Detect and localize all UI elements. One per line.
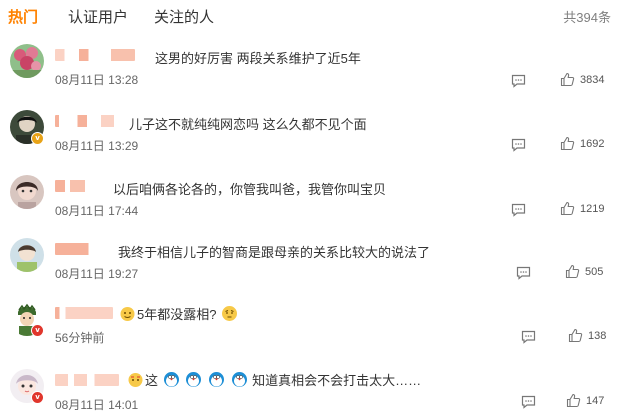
tab-following[interactable]: 关注的人 xyxy=(154,6,214,27)
verified-badge-icon: v xyxy=(31,391,44,404)
reply-icon[interactable] xyxy=(511,203,526,217)
doraemon-emoji-icon xyxy=(163,371,180,388)
tab-hot[interactable]: 热门 xyxy=(8,6,38,27)
reply-icon[interactable] xyxy=(516,266,531,280)
thinking-emoji-icon xyxy=(221,305,238,322)
avatar[interactable] xyxy=(10,175,44,209)
comment-text: 这 知道真相会不会打击太大…… xyxy=(126,370,421,389)
like-count: 1219 xyxy=(580,203,605,215)
total-count: 共394条 xyxy=(563,10,611,25)
reply-icon[interactable] xyxy=(511,138,526,152)
badge-emoji-icon xyxy=(127,371,144,388)
comment-time: 08月11日 14:01 xyxy=(55,398,139,412)
verified-badge-icon: v xyxy=(31,132,44,145)
comment-item: v 这 知道真相会不会打击太大…… 08月11日 14:01 147 xyxy=(0,369,625,419)
reply-icon[interactable] xyxy=(521,395,536,409)
comment-item: 我终于相信儿子的智商是跟母亲的关系比较大的说法了 08月11日 19:27 50… xyxy=(0,238,625,304)
like-icon[interactable] xyxy=(560,136,575,151)
comment-item: 这男的好厉害 两段关系维护了近5年 08月11日 13:28 3834 xyxy=(0,44,625,110)
username-blurred[interactable] xyxy=(55,49,135,61)
comment-time: 08月11日 13:29 xyxy=(55,139,139,153)
like-icon[interactable] xyxy=(560,72,575,87)
comment-text: 我终于相信儿子的智商是跟母亲的关系比较大的说法了 xyxy=(118,245,431,260)
like-count: 505 xyxy=(585,266,604,278)
comment-text: 儿子这不就纯纯网恋吗 这么久都不见个面 xyxy=(129,117,367,132)
reply-icon[interactable] xyxy=(521,330,536,344)
username-blurred[interactable] xyxy=(55,243,111,255)
like-icon[interactable] xyxy=(565,264,580,279)
comment-tabs: 热门 认证用户 关注的人 共394条 xyxy=(0,0,625,34)
like-icon[interactable] xyxy=(568,328,583,343)
like-count: 1692 xyxy=(580,138,605,150)
like-count: 147 xyxy=(586,395,605,407)
comment-item: v 儿子这不就纯纯网恋吗 这么久都不见个面 08月11日 13:29 1692 xyxy=(0,110,625,176)
username-blurred[interactable] xyxy=(55,115,125,127)
comment-item: v 5年都没露相? 56分钟前 138 xyxy=(0,302,625,368)
like-icon[interactable] xyxy=(560,201,575,216)
username-blurred[interactable] xyxy=(55,307,113,319)
like-count: 138 xyxy=(588,330,607,342)
tab-verified-users[interactable]: 认证用户 xyxy=(68,6,128,27)
avatar[interactable] xyxy=(10,238,44,272)
like-icon[interactable] xyxy=(566,393,581,408)
badge-emoji-icon xyxy=(119,305,136,322)
verified-badge-icon: v xyxy=(31,324,44,337)
comment-text: 这男的好厉害 两段关系维护了近5年 xyxy=(155,51,361,66)
doraemon-emoji-icon xyxy=(185,371,202,388)
username-blurred[interactable] xyxy=(55,374,119,386)
comment-time: 08月11日 19:27 xyxy=(55,267,139,281)
like-count: 3834 xyxy=(580,74,605,86)
comment-text: 以后咱俩各论各的，你管我叫爸，我管你叫宝贝 xyxy=(113,182,387,197)
comment-item: 以后咱俩各论各的，你管我叫爸，我管你叫宝贝 08月11日 17:44 1219 xyxy=(0,175,625,241)
comment-text: 5年都没露相? xyxy=(118,304,239,323)
comment-time: 08月11日 17:44 xyxy=(55,204,139,218)
reply-icon[interactable] xyxy=(511,74,526,88)
comment-time: 08月11日 13:28 xyxy=(55,73,139,87)
comment-time: 56分钟前 xyxy=(55,331,105,345)
username-blurred[interactable] xyxy=(55,180,105,192)
doraemon-emoji-icon xyxy=(208,371,225,388)
avatar[interactable] xyxy=(10,44,44,78)
doraemon-emoji-icon xyxy=(231,371,248,388)
